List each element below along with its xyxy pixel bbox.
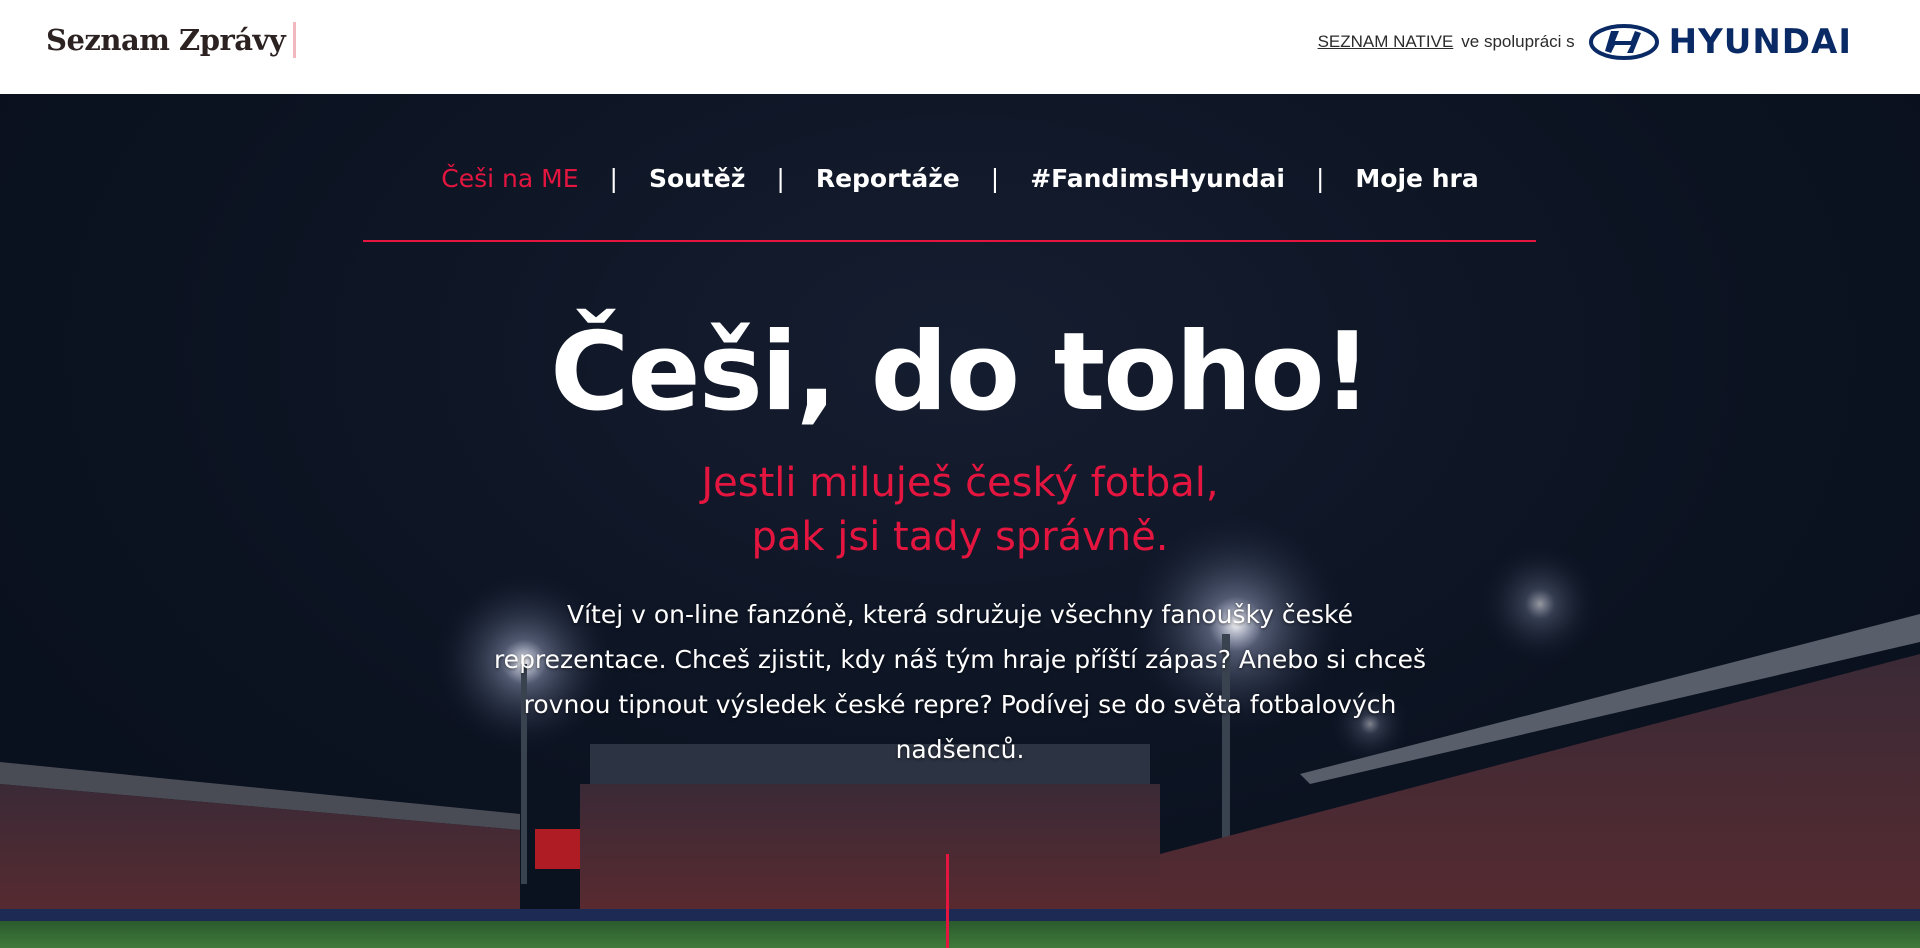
hero-subtitle: Jestli miluješ český fotbal, pak jsi tad… bbox=[0, 456, 1920, 564]
logo-text: Seznam Zprávy bbox=[46, 23, 286, 57]
nav-item-moje-hra[interactable]: Moje hra bbox=[1349, 164, 1484, 193]
hero-title: Češi, do toho! bbox=[550, 310, 1372, 435]
logo-divider bbox=[293, 22, 297, 58]
hero-section: Češi na ME | Soutěž | Reportáže | #Fandi… bbox=[0, 94, 1920, 948]
hyundai-wordmark: HYUNDAI bbox=[1668, 22, 1852, 62]
nav-item-reportaze[interactable]: Reportáže bbox=[810, 164, 966, 193]
nav-item-cesi-na-me[interactable]: Češi na ME bbox=[435, 164, 584, 193]
top-header: Seznam Zprávy SEZNAM NATIVE ve spoluprác… bbox=[0, 0, 1920, 94]
partner-info: SEZNAM NATIVE ve spolupráci s HYUNDAI bbox=[1318, 22, 1852, 62]
seznam-zpravy-logo[interactable]: Seznam Zprávy bbox=[46, 22, 297, 58]
hyundai-brand[interactable]: HYUNDAI bbox=[1588, 22, 1852, 62]
nav-item-fandims-hyundai[interactable]: #FandimsHyundai bbox=[1024, 164, 1291, 193]
hyundai-logo-icon bbox=[1588, 24, 1659, 60]
hero-intro-text: Vítej v on-line fanzóně, která sdružuje … bbox=[493, 600, 1427, 764]
hero-subtitle-line-2: pak jsi tady správně. bbox=[751, 514, 1169, 560]
nav-separator: | bbox=[1315, 164, 1325, 193]
nav-separator: | bbox=[609, 164, 618, 193]
nav-item-soutez[interactable]: Soutěž bbox=[643, 164, 751, 193]
nav-underline bbox=[363, 240, 1536, 242]
nav-separator: | bbox=[776, 164, 785, 193]
nav-separator: | bbox=[990, 164, 1000, 193]
main-nav: Češi na ME | Soutěž | Reportáže | #Fandi… bbox=[0, 164, 1920, 193]
partner-text: ve spolupráci s bbox=[1461, 32, 1575, 51]
hero-subtitle-line-1: Jestli miluješ český fotbal, bbox=[701, 460, 1219, 506]
seznam-native-link[interactable]: SEZNAM NATIVE bbox=[1318, 32, 1454, 52]
